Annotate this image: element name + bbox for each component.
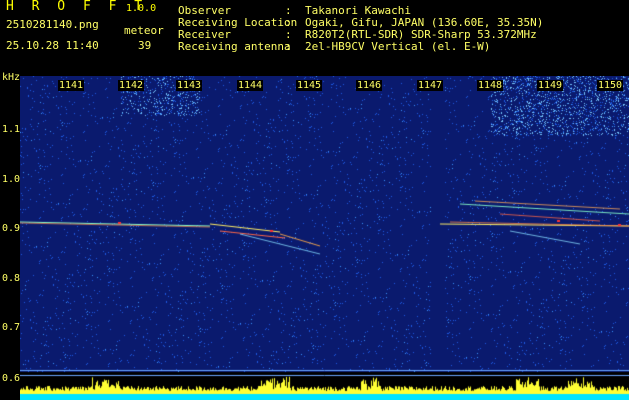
spectrogram-canvas	[20, 76, 629, 400]
info-value-antenna: 2el-HB9CV Vertical (el. E-W)	[305, 40, 491, 53]
time-label-1149: 1149	[537, 80, 564, 91]
frequency-unit: kHz	[2, 72, 21, 83]
freq-tick-1-0: 1.0	[2, 174, 21, 185]
time-label-1142: 1142	[118, 80, 145, 91]
app-version: 1.0.0	[126, 3, 157, 14]
time-label-1150: 1150	[597, 80, 624, 91]
time-label-1141: 1141	[58, 80, 85, 91]
freq-tick-0-8: 0.8	[2, 273, 21, 284]
time-label-1143: 1143	[176, 80, 203, 91]
time-label-1145: 1145	[296, 80, 323, 91]
meteor-count: 39	[138, 39, 152, 52]
info-colon: :	[285, 40, 292, 53]
freq-tick-0-7: 0.7	[2, 322, 21, 333]
header-panel: H R O F F T 1.0.0 2510281140.png meteor …	[0, 0, 629, 76]
time-label-1144: 1144	[237, 80, 264, 91]
capture-datetime: 25.10.28 11:40	[6, 39, 99, 52]
time-label-1147: 1147	[417, 80, 444, 91]
freq-tick-1-1: 1.1	[2, 124, 21, 135]
freq-tick-0-9: 0.9	[2, 223, 21, 234]
time-label-1146: 1146	[356, 80, 383, 91]
time-label-1148: 1148	[477, 80, 504, 91]
freq-tick-0-6: 0.6	[2, 373, 21, 384]
file-name: 2510281140.png	[6, 18, 99, 31]
info-key-antenna: Receiving antenna	[178, 40, 291, 53]
meteor-label: meteor	[124, 24, 164, 37]
